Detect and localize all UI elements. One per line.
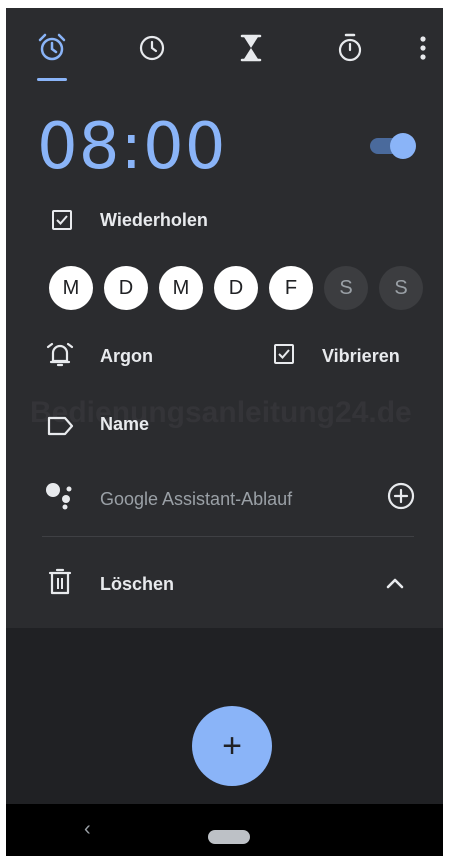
repeat-checkbox[interactable] (52, 210, 72, 230)
back-icon[interactable]: ‹ (84, 818, 91, 841)
tab-stopwatch[interactable] (332, 30, 368, 66)
alarm-icon (38, 33, 66, 61)
plus-icon: + (222, 727, 242, 765)
day-saturday[interactable]: S (324, 266, 368, 310)
assistant-routine-label[interactable]: Google Assistant-Ablauf (100, 489, 292, 510)
toggle-thumb (390, 133, 416, 159)
alarm-card: 08:00 Wiederholen M D M D F S S Argon Vi… (6, 8, 443, 628)
watermark: Bedienungsanleitung24.de (30, 396, 412, 429)
phone-screen: 08:00 Wiederholen M D M D F S S Argon Vi… (6, 8, 443, 856)
overflow-menu-button[interactable] (408, 30, 438, 66)
sound-label[interactable]: Argon (100, 346, 153, 367)
chevron-up-icon[interactable] (384, 574, 406, 592)
vibrate-label[interactable]: Vibrieren (322, 346, 400, 367)
day-thursday[interactable]: D (214, 266, 258, 310)
delete-label[interactable]: Löschen (100, 574, 174, 595)
home-pill[interactable] (208, 830, 250, 844)
tab-timer[interactable] (233, 30, 269, 66)
vibrate-checkbox[interactable] (274, 344, 294, 364)
add-alarm-button[interactable]: + (192, 706, 272, 786)
tab-bar (6, 8, 443, 88)
add-circle-icon[interactable] (386, 481, 416, 511)
more-vert-icon (420, 36, 426, 60)
system-navigation-bar: ‹ (6, 804, 443, 856)
stopwatch-icon (338, 33, 362, 62)
clock-icon (139, 35, 165, 61)
tab-alarm[interactable] (34, 30, 70, 66)
alarm-toggle[interactable] (370, 133, 416, 159)
check-icon (278, 349, 290, 359)
alarm-time[interactable]: 08:00 (37, 110, 226, 184)
day-wednesday[interactable]: M (159, 266, 203, 310)
trash-icon[interactable] (48, 568, 72, 596)
label-icon (47, 416, 74, 436)
check-icon (56, 215, 68, 225)
divider (42, 536, 414, 537)
repeat-label: Wiederholen (100, 210, 208, 230)
name-field[interactable]: Name (100, 414, 149, 435)
day-sunday[interactable]: S (379, 266, 423, 310)
day-friday[interactable]: F (269, 266, 313, 310)
day-tuesday[interactable]: D (104, 266, 148, 310)
tab-clock[interactable] (134, 30, 170, 66)
google-assistant-icon (46, 483, 72, 510)
active-tab-indicator (37, 78, 67, 81)
alarm-sound-icon[interactable] (44, 340, 76, 370)
day-monday[interactable]: M (49, 266, 93, 310)
timer-icon (240, 34, 262, 62)
